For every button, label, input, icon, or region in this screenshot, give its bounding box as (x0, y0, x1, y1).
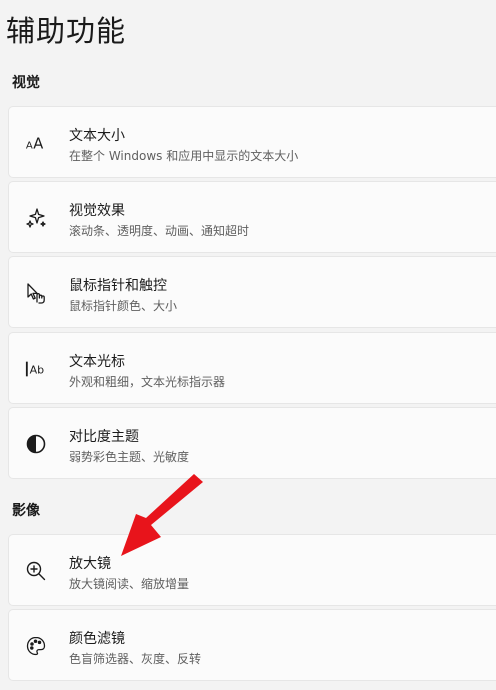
svg-text:A: A (33, 136, 43, 153)
magnifier-icon (25, 560, 47, 582)
settings-item-subtitle: 弱势彩色主题、光敏度 (69, 450, 190, 464)
section-title-vision-aids: 影像 (12, 503, 40, 519)
settings-item-contrast-themes[interactable]: 对比度主题 弱势彩色主题、光敏度 (8, 407, 496, 479)
settings-item-subtitle: 放大镜阅读、缩放增量 (69, 577, 190, 591)
settings-item-mouse-pointer[interactable]: 鼠标指针和触控 鼠标指针颜色、大小 (8, 256, 496, 328)
settings-item-title: 鼠标指针和触控 (69, 278, 167, 294)
settings-item-title: 放大镜 (69, 556, 111, 572)
settings-item-text-cursor[interactable]: Ab 文本光标 外观和粗细，文本光标指示器 (8, 332, 496, 404)
settings-item-text-size[interactable]: A A 文本大小 在整个 Windows 和应用中显示的文本大小 (8, 106, 496, 178)
settings-item-title: 视觉效果 (69, 203, 125, 219)
pointer-touch-icon (25, 282, 47, 304)
settings-item-visual-effects[interactable]: 视觉效果 滚动条、透明度、动画、通知超时 (8, 181, 496, 253)
text-size-icon: A A (25, 132, 47, 154)
settings-item-magnifier[interactable]: 放大镜 放大镜阅读、缩放增量 (8, 534, 496, 606)
palette-icon (25, 635, 47, 657)
contrast-icon (25, 433, 47, 455)
svg-text:Ab: Ab (30, 364, 45, 377)
settings-item-subtitle: 鼠标指针颜色、大小 (69, 299, 178, 313)
settings-item-subtitle: 外观和粗细，文本光标指示器 (69, 375, 226, 389)
page-title: 辅助功能 (6, 14, 127, 48)
svg-text:A: A (26, 141, 33, 152)
accessibility-settings-page: 辅助功能 视觉 A A 文本大小 在整个 Windows 和应用中显示的文本大小… (0, 0, 496, 690)
text-cursor-icon: Ab (25, 358, 47, 380)
settings-item-color-filters[interactable]: 颜色滤镜 色盲筛选器、灰度、反转 (8, 609, 496, 681)
settings-item-subtitle: 色盲筛选器、灰度、反转 (69, 652, 202, 666)
settings-item-subtitle: 滚动条、透明度、动画、通知超时 (69, 224, 250, 238)
section-title-vision: 视觉 (12, 75, 40, 91)
settings-item-title: 对比度主题 (69, 429, 139, 445)
settings-item-subtitle: 在整个 Windows 和应用中显示的文本大小 (69, 149, 299, 163)
settings-item-title: 颜色滤镜 (69, 631, 125, 647)
sparkle-icon (25, 207, 47, 229)
settings-item-title: 文本大小 (69, 128, 125, 144)
settings-item-title: 文本光标 (69, 354, 125, 370)
